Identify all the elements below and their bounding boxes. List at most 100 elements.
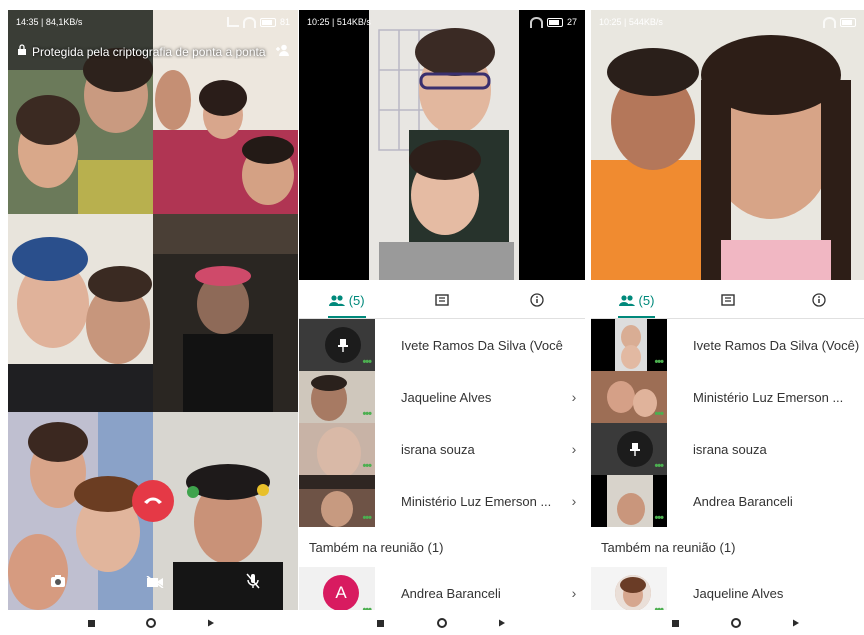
recents-icon (88, 620, 95, 627)
pin-icon[interactable] (325, 327, 361, 363)
home-icon (437, 618, 447, 628)
tab-bar: (5) (299, 282, 585, 319)
phone-participants-a: 10:25 | 514KB/s 27 (5) ••• Ivete Ramos D… (299, 10, 585, 610)
chat-icon (435, 293, 449, 307)
wifi-icon (242, 16, 256, 28)
participant-row[interactable]: ••• Ivete Ramos Da Silva (Você) (591, 319, 864, 371)
also-in-meeting-header: Também na reunião (1) (601, 539, 736, 555)
tab-chat[interactable] (394, 282, 489, 318)
participant-name: Jaqueline Alves (693, 585, 784, 601)
participant-row[interactable]: ••• Ivete Ramos Da Silva (Você) (299, 319, 585, 371)
tab-participants[interactable]: (5) (591, 282, 682, 318)
tab-bar: (5) (591, 282, 864, 319)
system-nav-bar (0, 614, 864, 630)
battery-level: 27 (566, 17, 577, 27)
participant-thumbnail: ••• (299, 319, 375, 371)
mute-button[interactable] (246, 573, 260, 592)
status-bar: 14:35 | 84,1KB/s 81 (8, 10, 298, 34)
battery-icon (259, 17, 276, 27)
participant-name: Ministério Luz Emerson ... (693, 389, 844, 405)
participant-list: ••• Ivete Ramos Da Silva (Você) ••• Jaqu… (299, 319, 585, 610)
back-icon (499, 619, 505, 627)
phone-participants-b: 10:25 | 544KB/s (5) ••• Ivete Ramos Da S… (591, 10, 864, 610)
phone-video-grid: 14:35 | 84,1KB/s 81 Protegida pela cript… (8, 10, 298, 610)
home-icon (731, 618, 741, 628)
wifi-icon (529, 16, 543, 28)
participant-name: Ivete Ramos Da Silva (Você) (693, 337, 860, 353)
participant-row[interactable]: ••• Ministério Luz Emerson ... › (299, 475, 585, 527)
participant-row[interactable]: ••• Jaqueline Alves › (299, 371, 585, 423)
status-bar: 10:25 | 514KB/s 27 (299, 10, 585, 34)
participant-row[interactable]: ••• Jaqueline Alves (591, 567, 864, 610)
camera-switch-icon (50, 574, 66, 590)
recents-icon (672, 620, 679, 627)
encryption-banner: Protegida pela criptografia de ponta a p… (16, 44, 290, 59)
status-bar: 10:25 | 544KB/s (591, 10, 864, 34)
participant-row[interactable]: A ••• Andrea Baranceli › (299, 567, 585, 610)
video-tile[interactable] (153, 10, 298, 214)
participant-row[interactable]: ••• Andrea Baranceli (591, 475, 864, 527)
participant-thumbnail: ••• (591, 319, 667, 371)
tab-participants[interactable]: (5) (299, 282, 394, 318)
participant-name: israna souza (693, 441, 767, 457)
participant-name: Ministério Luz Emerson ... (401, 493, 552, 509)
video-tile[interactable] (8, 10, 153, 214)
end-call-icon (143, 492, 163, 510)
avatar (615, 575, 651, 610)
participant-name: Ivete Ramos Da Silva (Você) (401, 337, 563, 353)
participant-thumbnail: ••• (591, 423, 667, 475)
participant-thumbnail: ••• (591, 475, 667, 527)
participant-thumbnail: ••• (591, 371, 667, 423)
video-tile[interactable] (153, 412, 298, 610)
participant-row[interactable]: ••• israna souza › (299, 423, 585, 475)
wifi-icon (823, 16, 836, 28)
chevron-right-icon[interactable]: › (563, 389, 585, 405)
participant-thumbnail: A ••• (299, 567, 375, 610)
encryption-text: Protegida pela criptografia de ponta a p… (32, 44, 266, 59)
participant-name: Andrea Baranceli (401, 585, 501, 601)
home-icon (146, 618, 156, 628)
info-icon (530, 293, 544, 307)
participants-count: (5) (348, 292, 365, 308)
participant-thumbnail: ••• (299, 371, 375, 423)
people-icon (618, 294, 635, 306)
video-toggle-button[interactable] (146, 575, 164, 591)
lock-icon (16, 44, 28, 59)
video-tile[interactable] (8, 214, 153, 412)
participant-list: ••• Ivete Ramos Da Silva (Você) ••• Mini… (591, 319, 864, 610)
chevron-right-icon[interactable]: › (563, 585, 585, 601)
video-tile[interactable] (8, 412, 153, 610)
status-time: 14:35 | 84,1KB/s (16, 17, 83, 27)
chat-icon (720, 293, 735, 307)
participant-row[interactable]: ••• Ministério Luz Emerson ... (591, 371, 864, 423)
chevron-right-icon[interactable]: › (563, 493, 585, 509)
battery-icon (546, 17, 563, 27)
tab-chat[interactable] (682, 282, 773, 318)
battery-icon (840, 17, 856, 27)
camera-switch-button[interactable] (50, 574, 66, 590)
status-time: 10:25 | 514KB/s (307, 17, 371, 27)
signal-icon (226, 17, 239, 27)
add-person-icon[interactable] (276, 44, 290, 59)
mic-off-icon (246, 573, 260, 592)
participant-name: Andrea Baranceli (693, 493, 793, 509)
video-off-icon (146, 575, 164, 591)
participant-name: Jaqueline Alves (401, 389, 492, 405)
participant-thumbnail: ••• (299, 423, 375, 475)
participant-thumbnail: ••• (299, 475, 375, 527)
pin-icon[interactable] (617, 431, 653, 467)
also-in-meeting-header: Também na reunião (1) (309, 539, 444, 555)
main-video[interactable] (299, 10, 585, 280)
participant-thumbnail: ••• (591, 567, 667, 610)
battery-level: 81 (279, 17, 290, 27)
tab-info[interactable] (773, 282, 864, 318)
end-call-button[interactable] (132, 480, 174, 522)
tab-info[interactable] (490, 282, 585, 318)
back-icon (793, 619, 799, 627)
main-video[interactable] (591, 10, 864, 280)
participants-count: (5) (638, 292, 655, 308)
video-tile[interactable] (153, 214, 298, 412)
chevron-right-icon[interactable]: › (563, 441, 585, 457)
people-icon (328, 294, 345, 306)
participant-row[interactable]: ••• israna souza (591, 423, 864, 475)
